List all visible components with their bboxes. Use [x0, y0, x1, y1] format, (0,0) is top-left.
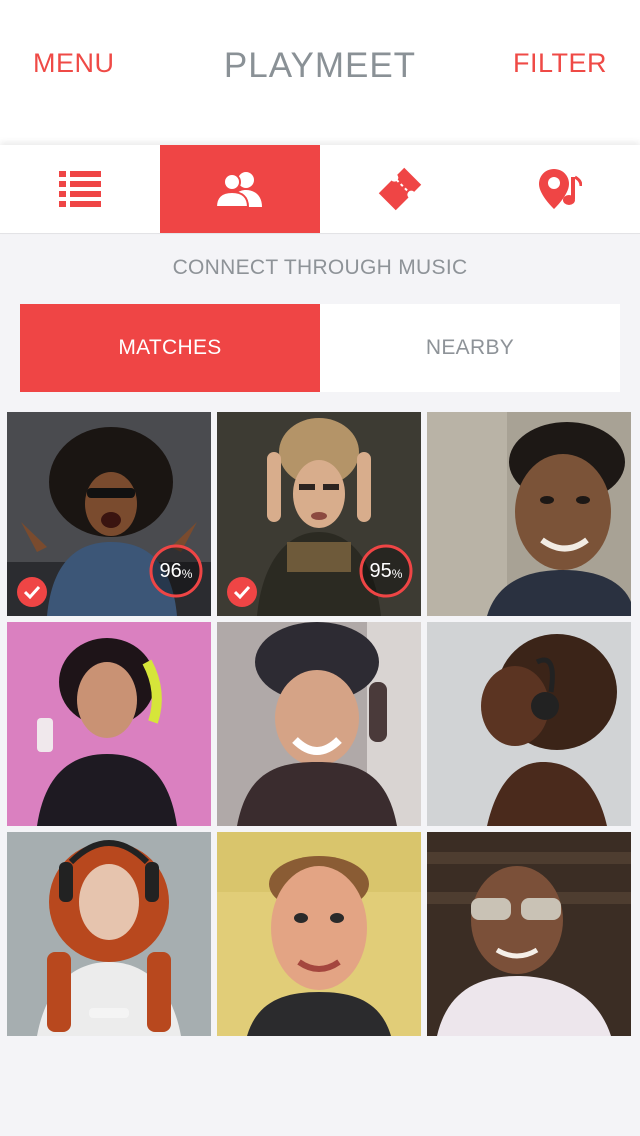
- people-icon: [214, 172, 262, 207]
- list-icon: [59, 171, 101, 207]
- page-subtitle: CONNECT THROUGH MUSIC: [172, 256, 468, 279]
- profile-photo: [427, 622, 631, 826]
- profile-card[interactable]: [7, 622, 211, 826]
- tab-tickets[interactable]: [320, 145, 480, 233]
- match-percentage: 95%: [358, 543, 414, 599]
- match-unit: %: [181, 566, 193, 581]
- location-music-icon: [539, 169, 582, 209]
- profile-grid: 96% 95%: [7, 412, 633, 1036]
- profile-card[interactable]: [427, 412, 631, 616]
- profile-photo: [7, 622, 211, 826]
- nearby-tab[interactable]: NEARBY: [320, 304, 620, 392]
- app-header: MENU PLAYMEET FILTER: [0, 0, 640, 145]
- segmented-control: MATCHES NEARBY: [20, 304, 620, 392]
- profile-photo: [217, 832, 421, 1036]
- profile-card[interactable]: [427, 832, 631, 1036]
- profile-card[interactable]: 96%: [7, 412, 211, 616]
- match-percentage: 96%: [148, 543, 204, 599]
- profile-card[interactable]: [427, 622, 631, 826]
- tab-bar: [0, 145, 640, 233]
- checkmark-badge: [227, 577, 257, 607]
- matches-tab[interactable]: MATCHES: [20, 304, 320, 392]
- checkmark-badge: [17, 577, 47, 607]
- tab-nearby-music[interactable]: [480, 145, 640, 233]
- checkmark-icon: [24, 585, 40, 599]
- profile-photo: [427, 412, 631, 616]
- checkmark-icon: [234, 585, 250, 599]
- profile-card[interactable]: 95%: [217, 412, 421, 616]
- match-value: 96: [159, 559, 182, 582]
- profile-card[interactable]: [7, 832, 211, 1036]
- filter-button[interactable]: FILTER: [513, 48, 607, 79]
- profile-photo: [7, 832, 211, 1036]
- match-unit: %: [391, 566, 403, 581]
- ticket-icon: [378, 167, 422, 211]
- profile-card[interactable]: [217, 832, 421, 1036]
- tab-people[interactable]: [160, 145, 320, 233]
- profile-photo: [427, 832, 631, 1036]
- profile-photo: [217, 622, 421, 826]
- profile-card[interactable]: [217, 622, 421, 826]
- match-value: 95: [369, 559, 392, 582]
- tab-list[interactable]: [0, 145, 160, 233]
